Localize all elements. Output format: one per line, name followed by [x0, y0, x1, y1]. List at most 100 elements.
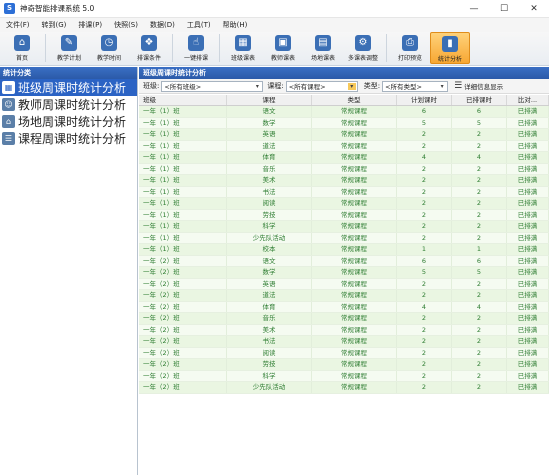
teaching-time-label: 教学时间 [96, 55, 121, 62]
window-title: 神奇智能排课系统 5.0 [20, 4, 95, 13]
cell-status: 已排满 [507, 278, 549, 289]
menu-schedule[interactable]: 排课(P) [72, 18, 108, 32]
table-row[interactable]: 一年（2）班 劳技 常规课程 2 2 已排满 [139, 359, 549, 371]
nav-venue-weekly-stats[interactable]: ⌂ 场地周课时统计分析 [0, 113, 137, 130]
type-filter-select[interactable]: <所有类型> ▾ [382, 80, 449, 92]
menu-goto[interactable]: 转到(G) [36, 18, 73, 32]
cell-course: 少先队活动 [227, 382, 312, 393]
table-row[interactable]: 一年（2）班 英语 常规课程 2 2 已排满 [139, 278, 549, 290]
teaching-time-button[interactable]: ◷ 教学时间 [89, 32, 129, 64]
chevron-down-icon: ▾ [347, 82, 356, 90]
table-row[interactable]: 一年（2）班 少先队活动 常规课程 2 2 已排满 [139, 382, 549, 394]
column-header-comparison[interactable]: 比对... [507, 95, 549, 105]
cell-course: 数学 [227, 117, 312, 128]
print-preview-button[interactable]: ⎙ 打印预览 [390, 32, 430, 64]
detail-display-toggle[interactable]: ☰ 详细信息显示 [454, 81, 503, 91]
minimize-button[interactable]: — [459, 0, 489, 18]
table-row[interactable]: 一年（1）班 校本 常规课程 1 1 已排满 [139, 244, 549, 256]
table-row[interactable]: 一年（2）班 书法 常规课程 2 2 已排满 [139, 336, 549, 348]
cell-scheduled-hours: 2 [452, 232, 507, 243]
content-panel-title: 班级周课时统计分析 [139, 67, 549, 79]
multi-timetable-adjust-button[interactable]: ⚙ 多课表调整 [343, 32, 383, 64]
table-row[interactable]: 一年（2）班 道法 常规课程 2 2 已排满 [139, 290, 549, 302]
cell-status: 已排满 [507, 232, 549, 243]
nav-course-weekly-stats[interactable]: ☰ 课程周课时统计分析 [0, 130, 137, 147]
menu-file[interactable]: 文件(F) [0, 18, 36, 32]
menu-data[interactable]: 数据(D) [144, 18, 181, 32]
table-row[interactable]: 一年（1）班 科学 常规课程 2 2 已排满 [139, 221, 549, 233]
calendar-grid-icon: ▦ [235, 35, 251, 51]
class-filter-label: 班级: [143, 82, 160, 90]
cell-type: 常规课程 [312, 347, 397, 358]
schedule-conditions-button[interactable]: ❖ 排课条件 [129, 32, 169, 64]
table-row[interactable]: 一年（2）班 音乐 常规课程 2 2 已排满 [139, 313, 549, 325]
table-row[interactable]: 一年（2）班 阅读 常规课程 2 2 已排满 [139, 347, 549, 359]
table-row[interactable]: 一年（1）班 劳技 常规课程 2 2 已排满 [139, 209, 549, 221]
nav-teacher-weekly-stats[interactable]: ☺ 教师周课时统计分析 [0, 96, 137, 113]
class-filter-select[interactable]: <所有班级> ▾ [161, 80, 264, 92]
column-header-scheduled-hours[interactable]: 已排课时 [452, 95, 507, 105]
table-row[interactable]: 一年（2）班 语文 常规课程 6 6 已排满 [139, 255, 549, 267]
main-toolbar: ⌂ 首页 ✎ 教学计划 ◷ 教学时间 ❖ 排课条件 ☝ 一键排课 ▦ 班级课表 … [0, 32, 549, 66]
table-row[interactable]: 一年（1）班 英语 常规课程 2 2 已排满 [139, 129, 549, 141]
table-row[interactable]: 一年（1）班 阅读 常规课程 2 2 已排满 [139, 198, 549, 210]
cell-scheduled-hours: 1 [452, 244, 507, 255]
cell-class: 一年（1）班 [139, 175, 227, 186]
venue-icon: ⌂ [2, 115, 15, 128]
table-row[interactable]: 一年（2）班 科学 常规课程 2 2 已排满 [139, 370, 549, 382]
cell-class: 一年（1）班 [139, 198, 227, 209]
table-row[interactable]: 一年（1）班 音乐 常规课程 2 2 已排满 [139, 163, 549, 175]
course-filter-select[interactable]: <所有课程> ▾ [285, 80, 358, 92]
course-filter-value: <所有课程> [288, 83, 326, 91]
cell-planned-hours: 2 [397, 382, 452, 393]
cell-type: 常规课程 [312, 140, 397, 151]
adjust-icon: ⚙ [355, 35, 371, 51]
table-row[interactable]: 一年（1）班 书法 常规课程 2 2 已排满 [139, 186, 549, 198]
close-button[interactable]: ✕ [519, 0, 549, 18]
table-row[interactable]: 一年（1）班 道法 常规课程 2 2 已排满 [139, 140, 549, 152]
table-row[interactable]: 一年（1）班 语文 常规课程 6 6 已排满 [139, 106, 549, 118]
table-row[interactable]: 一年（2）班 数学 常规课程 5 5 已排满 [139, 267, 549, 279]
course-filter-label: 课程: [267, 82, 284, 90]
table-row[interactable]: 一年（2）班 体育 常规课程 4 4 已排满 [139, 301, 549, 313]
teacher-icon: ▣ [275, 35, 291, 51]
teaching-plan-button[interactable]: ✎ 教学计划 [49, 32, 89, 64]
cell-course: 美术 [227, 324, 312, 335]
table-row[interactable]: 一年（1）班 体育 常规课程 4 4 已排满 [139, 152, 549, 164]
cell-class: 一年（1）班 [139, 209, 227, 220]
one-click-schedule-button[interactable]: ☝ 一键排课 [176, 32, 216, 64]
cell-type: 常规课程 [312, 175, 397, 186]
statistics-content-panel: 班级周课时统计分析 班级: <所有班级> ▾ 课程: <所有课程> ▾ 类型: … [139, 67, 549, 475]
menu-tools[interactable]: 工具(T) [181, 18, 217, 32]
table-row[interactable]: 一年（1）班 数学 常规课程 5 5 已排满 [139, 117, 549, 129]
class-timetable-button[interactable]: ▦ 班级课表 [223, 32, 263, 64]
cell-course: 体育 [227, 301, 312, 312]
menu-snapshot[interactable]: 快照(S) [108, 18, 144, 32]
cell-type: 常规课程 [312, 221, 397, 232]
nav-class-weekly-stats[interactable]: ▦ 班级周课时统计分析 [0, 79, 137, 96]
home-button[interactable]: ⌂ 首页 [2, 32, 42, 64]
cell-planned-hours: 5 [397, 117, 452, 128]
cell-course: 美术 [227, 175, 312, 186]
statistics-button[interactable]: ▮ 统计分析 [430, 32, 470, 64]
table-row[interactable]: 一年（1）班 少先队活动 常规课程 2 2 已排满 [139, 232, 549, 244]
table-row[interactable]: 一年（2）班 美术 常规课程 2 2 已排满 [139, 324, 549, 336]
cell-scheduled-hours: 2 [452, 129, 507, 140]
venue-timetable-button[interactable]: ▤ 场地课表 [303, 32, 343, 64]
title-bar: S 神奇智能排课系统 5.0 — ☐ ✕ [0, 0, 549, 18]
column-header-planned-hours[interactable]: 计划课时 [397, 95, 452, 105]
class-filter-value: <所有班级> [164, 83, 202, 91]
cell-scheduled-hours: 2 [452, 198, 507, 209]
column-header-course[interactable]: 课程 [227, 95, 312, 105]
cell-planned-hours: 2 [397, 209, 452, 220]
cell-planned-hours: 2 [397, 163, 452, 174]
maximize-button[interactable]: ☐ [489, 0, 519, 18]
cell-planned-hours: 5 [397, 267, 452, 278]
cell-course: 体育 [227, 152, 312, 163]
column-header-type[interactable]: 类型 [312, 95, 397, 105]
printer-icon: ⎙ [402, 35, 418, 51]
table-row[interactable]: 一年（1）班 美术 常规课程 2 2 已排满 [139, 175, 549, 187]
menu-help[interactable]: 帮助(H) [217, 18, 254, 32]
teacher-timetable-button[interactable]: ▣ 教师课表 [263, 32, 303, 64]
column-header-class[interactable]: 班级 [139, 95, 227, 105]
